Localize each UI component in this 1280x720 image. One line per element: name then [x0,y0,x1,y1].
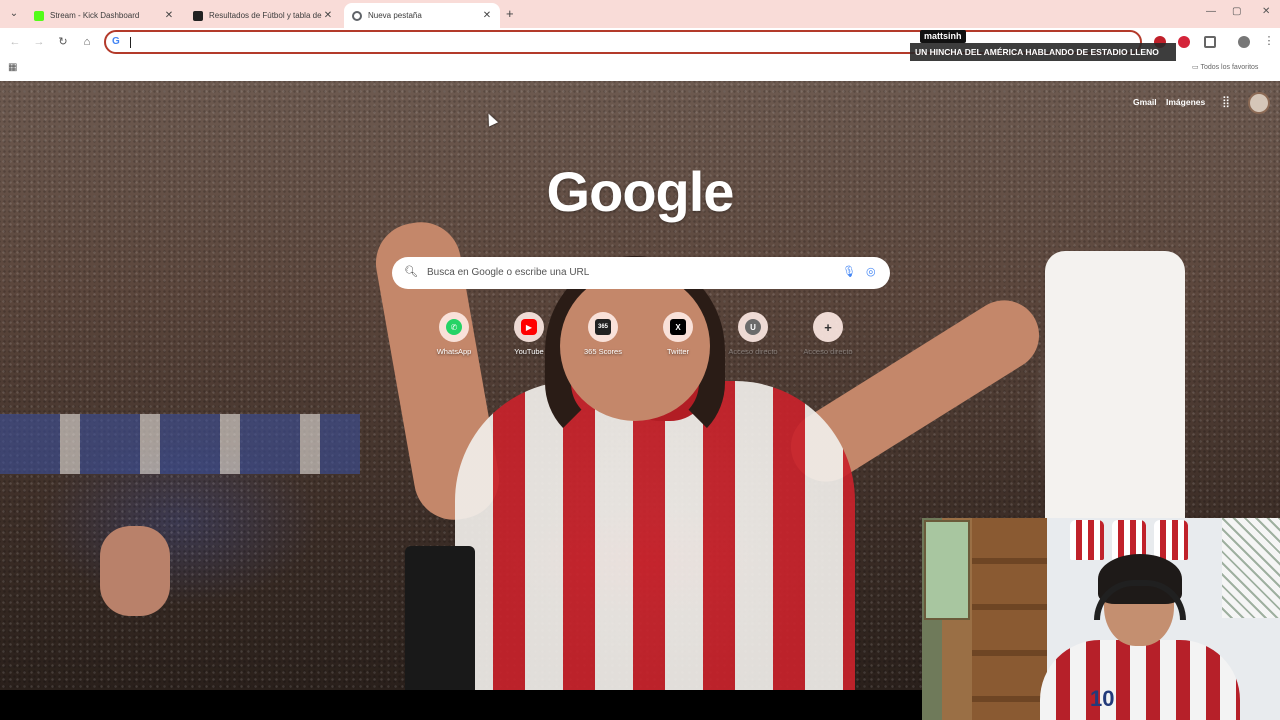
tab-strip: ⌄ Stream - Kick Dashboard ✕ Resultados d… [0,0,1280,28]
webcam-person-jersey [1040,640,1240,720]
gmail-link[interactable]: Gmail [1133,97,1157,107]
chat-overlay-username: mattsinh [920,30,966,43]
extension-opera-icon[interactable] [1178,36,1190,48]
google-g-icon: G [112,36,120,47]
shortcut-label: Acceso directo [728,347,778,356]
globe-favicon-icon [352,10,362,21]
google-logo: Google [546,160,735,223]
voice-search-icon[interactable]: 🎙︎ [842,265,856,278]
forward-icon[interactable]: → [32,35,46,49]
reload-icon[interactable]: ↻ [56,35,70,49]
shortcut-label: Twitter [666,347,690,356]
home-icon[interactable]: ⌂ [80,35,94,49]
add-shortcut-button[interactable]: + Acceso directo [793,312,863,356]
extensions-puzzle-icon[interactable] [1204,36,1216,48]
shortcut-label: WhatsApp [436,347,472,356]
text-caret [130,37,131,48]
whatsapp-icon: ✆ [446,319,462,335]
shortcut-label: Acceso directo [803,347,853,356]
search-placeholder: Busca en Google o escribe una URL [427,267,590,278]
background-banner [0,414,360,474]
tab-nueva-pestana[interactable]: Nueva pestaña ✕ [344,3,500,28]
tab-search-icon[interactable]: ⌄ [6,6,22,22]
search-box[interactable]: 🔍︎ Busca en Google o escribe una URL 🎙︎ … [392,257,890,289]
u-icon: U [745,319,761,335]
webcam-hanging-jersey [1154,520,1188,560]
close-tab-icon[interactable]: ✕ [323,10,333,21]
shortcut-youtube[interactable]: ▶ YouTube [494,312,564,356]
google-apps-icon[interactable]: ⣿ [1222,96,1234,108]
x-icon: X [670,319,686,335]
tab-kick-dashboard[interactable]: Stream - Kick Dashboard ✕ [26,3,182,28]
minimize-icon[interactable]: — [1206,6,1216,17]
google-lens-icon[interactable]: ◎ [866,265,876,278]
kick-favicon-icon [34,10,44,21]
profile-icon[interactable] [1238,36,1250,48]
365scores-favicon-icon [193,10,203,21]
maximize-icon[interactable]: ▢ [1232,6,1241,17]
webcam-jersey-number: 10 [1090,686,1115,711]
close-tab-icon[interactable]: ✕ [164,10,174,21]
webcam-feed: 10 [922,518,1280,720]
background-fan-fist [100,526,170,616]
shortcut-whatsapp[interactable]: ✆ WhatsApp [419,312,489,356]
365scores-icon: 365 [595,319,611,335]
shortcut-label: 365 Scores [584,347,622,356]
account-avatar[interactable] [1248,92,1270,114]
tab-title: Resultados de Fútbol y tabla de [209,11,322,20]
close-window-icon[interactable]: ✕ [1262,6,1270,17]
apps-grid-icon[interactable]: ▦ [8,62,19,73]
webcam-window [1222,518,1280,618]
shortcut-365-scores[interactable]: 365 365 Scores [568,312,638,356]
webcam-hanging-jersey [1070,520,1104,560]
search-icon: 🔍︎ [404,266,418,278]
youtube-icon: ▶ [521,319,537,335]
bookmarks-folder-label: Todos los favoritos [1200,64,1259,71]
webcam-wall-map [924,520,970,620]
all-bookmarks-folder[interactable]: ▭ Todos los favoritos [1192,63,1258,71]
images-link[interactable]: Imágenes [1166,97,1205,107]
tab-resultados-futbol[interactable]: Resultados de Fútbol y tabla de ✕ [185,3,341,28]
tab-title: Stream - Kick Dashboard [50,11,140,20]
webcam-shelf [972,518,1047,720]
background-camera [405,546,475,690]
kebab-menu-icon[interactable]: ⋮ [1262,34,1276,48]
new-tab-icon[interactable]: + [506,6,514,21]
tab-title: Nueva pestaña [368,11,422,20]
shortcut-label: YouTube [514,347,544,356]
back-icon[interactable]: ← [8,35,22,49]
bottom-black-bar [0,690,922,720]
shortcut-acceso-directo[interactable]: U Acceso directo [718,312,788,356]
close-tab-icon[interactable]: ✕ [482,10,492,21]
shortcut-twitter[interactable]: X Twitter [643,312,713,356]
add-icon: + [824,319,832,335]
chat-overlay-message: UN HINCHA DEL AMÉRICA HABLANDO DE ESTADI… [910,43,1176,61]
